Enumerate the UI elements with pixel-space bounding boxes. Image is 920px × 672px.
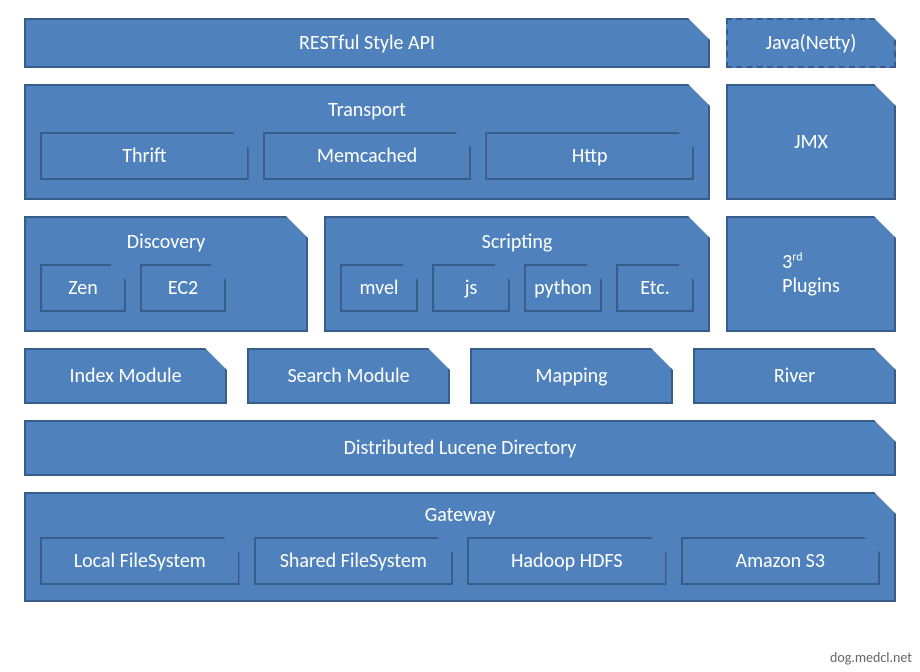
label-jmx: JMX — [794, 130, 828, 154]
box-index-module: Index Module — [24, 348, 227, 404]
watermark: dog.medcl.net — [830, 649, 912, 666]
label-lucene-directory: Distributed Lucene Directory — [344, 436, 577, 460]
row-lucene: Distributed Lucene Directory — [24, 420, 896, 476]
box-search-module: Search Module — [247, 348, 450, 404]
box-jmx: JMX — [726, 84, 896, 200]
box-js: js — [432, 264, 510, 312]
title-scripting: Scripting — [482, 224, 553, 258]
box-mapping: Mapping — [470, 348, 673, 404]
row-gateway: Gateway Local FileSystem Shared FileSyst… — [24, 492, 896, 602]
label-thrift: Thrift — [122, 144, 166, 168]
box-local-fs: Local FileSystem — [40, 537, 240, 585]
label-http: Http — [572, 144, 608, 168]
box-zen: Zen — [40, 264, 126, 312]
box-python: python — [524, 264, 602, 312]
label-search-module: Search Module — [287, 364, 409, 388]
row-api: RESTful Style API Java(Netty) — [24, 18, 896, 68]
box-ec2: EC2 — [140, 264, 226, 312]
row-transport: Transport Thrift Memcached Http JMX — [24, 84, 896, 200]
title-discovery: Discovery — [127, 224, 205, 258]
label-js: js — [465, 276, 478, 300]
label-hadoop-hdfs: Hadoop HDFS — [511, 549, 623, 573]
label-index-module: Index Module — [69, 364, 181, 388]
label-restful-api: RESTful Style API — [299, 31, 435, 55]
label-amazon-s3: Amazon S3 — [736, 549, 826, 573]
label-etc: Etc. — [640, 276, 670, 300]
label-local-fs: Local FileSystem — [74, 549, 206, 573]
box-gateway: Gateway Local FileSystem Shared FileSyst… — [24, 492, 896, 602]
box-mvel: mvel — [340, 264, 418, 312]
title-gateway: Gateway — [425, 497, 496, 531]
plugins-pre: 3 — [782, 250, 792, 274]
box-thrift: Thrift — [40, 132, 249, 180]
box-discovery: Discovery Zen EC2 — [24, 216, 308, 332]
label-ec2: EC2 — [168, 276, 198, 300]
label-python: python — [534, 276, 592, 300]
box-etc: Etc. — [616, 264, 694, 312]
label-3rd-plugins: 3rd Plugins — [782, 250, 840, 298]
scripting-items: mvel js python Etc. — [326, 258, 708, 324]
plugins-post: Plugins — [782, 274, 840, 298]
box-shared-fs: Shared FileSystem — [254, 537, 454, 585]
label-memcached: Memcached — [317, 144, 417, 168]
label-shared-fs: Shared FileSystem — [280, 549, 427, 573]
box-scripting: Scripting mvel js python Etc. — [324, 216, 710, 332]
box-lucene-directory: Distributed Lucene Directory — [24, 420, 896, 476]
label-zen: Zen — [68, 276, 98, 300]
gateway-items: Local FileSystem Shared FileSystem Hadoo… — [26, 531, 894, 597]
box-memcached: Memcached — [263, 132, 472, 180]
box-java-netty: Java(Netty) — [726, 18, 896, 68]
title-transport: Transport — [328, 92, 406, 126]
label-river: River — [774, 364, 815, 388]
row-discovery-scripting: Discovery Zen EC2 Scripting mvel js pyth… — [24, 216, 896, 332]
box-3rd-plugins: 3rd Plugins — [726, 216, 896, 332]
discovery-items: Zen EC2 — [26, 258, 306, 324]
box-restful-api: RESTful Style API — [24, 18, 710, 68]
box-transport: Transport Thrift Memcached Http — [24, 84, 710, 200]
row-modules: Index Module Search Module Mapping River — [24, 348, 896, 404]
plugins-sup: rd — [792, 250, 802, 264]
transport-items: Thrift Memcached Http — [26, 126, 708, 192]
label-mvel: mvel — [359, 276, 398, 300]
label-mapping: Mapping — [535, 364, 607, 388]
box-river: River — [693, 348, 896, 404]
label-java-netty: Java(Netty) — [766, 31, 857, 55]
box-http: Http — [485, 132, 694, 180]
box-amazon-s3: Amazon S3 — [681, 537, 881, 585]
box-hadoop-hdfs: Hadoop HDFS — [467, 537, 667, 585]
